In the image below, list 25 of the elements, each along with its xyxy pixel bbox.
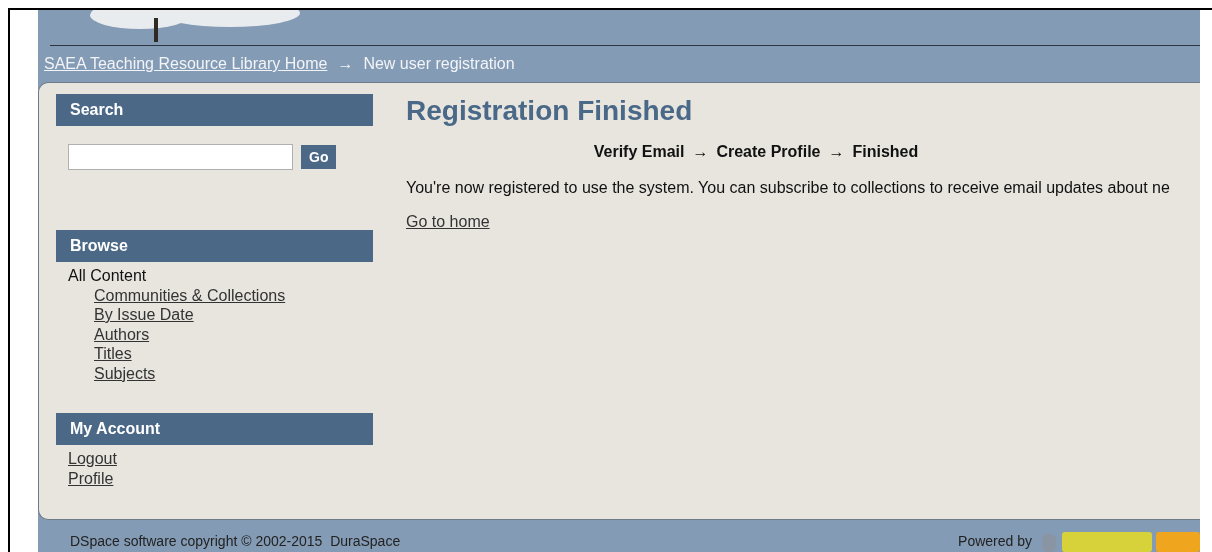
- breadcrumb-current: New user registration: [363, 54, 515, 74]
- progress-step: Create Profile: [716, 139, 821, 164]
- sidebar-link[interactable]: Titles: [94, 344, 132, 364]
- sidebar-link[interactable]: Authors: [94, 324, 150, 344]
- browse-heading: All Content: [68, 266, 148, 286]
- step-arrow: →: [828, 141, 845, 162]
- sidebar-link[interactable]: Profile: [68, 468, 114, 488]
- progress-step: Verify Email: [593, 139, 685, 164]
- sidebar-link[interactable]: Subjects: [94, 363, 156, 383]
- section-header: My Account: [56, 413, 373, 445]
- message-text: You're now registered to use the system. You can subscribe to collections to receive email updates about ne: [406, 177, 1171, 198]
- section-header: Search: [56, 94, 373, 126]
- home-link[interactable]: Go to home: [406, 212, 490, 230]
- step-arrow: →: [692, 141, 709, 162]
- section-header: Browse: [56, 230, 373, 262]
- sidebar-link[interactable]: Communities & Collections: [94, 285, 286, 305]
- sidebar-link[interactable]: Logout: [68, 449, 117, 469]
- powered-by-text: Powered by: [958, 532, 1032, 551]
- progress-step: Finished: [852, 139, 919, 164]
- breadcrumb-separator: →: [337, 54, 354, 74]
- go-button[interactable]: Go: [301, 145, 337, 169]
- search-field[interactable]: [68, 144, 293, 170]
- page-title: Registration Finished: [406, 94, 694, 128]
- copyright-text: DSpace software copyright © 2002-2015 DuraSpace: [70, 532, 401, 551]
- sidebar-link[interactable]: By Issue Date: [94, 305, 194, 325]
